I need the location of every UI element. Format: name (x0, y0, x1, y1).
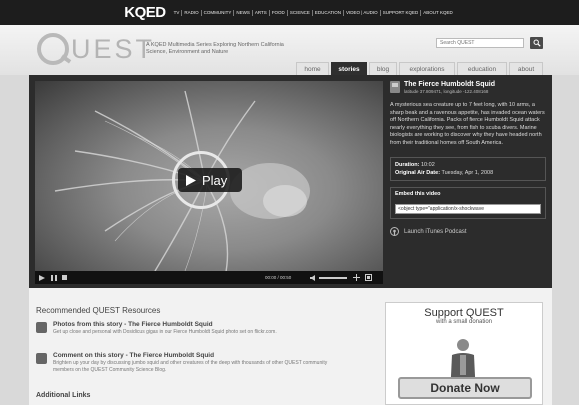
search-icon (533, 39, 541, 47)
duration-value: 10:02 (420, 162, 435, 168)
topnav-support[interactable]: SUPPORT KQED (381, 9, 422, 16)
topnav-radio[interactable]: RADIO (182, 9, 202, 16)
recommended-item-text: Photos from this story - The Fierce Humb… (53, 321, 277, 336)
itunes-podcast-link[interactable]: Launch iTunes Podcast (390, 227, 546, 236)
video-info: The Fierce Humboldt Squid latitude 37.80… (390, 81, 546, 236)
topnav-tv[interactable]: TV (172, 9, 183, 16)
duration-label: Duration: (395, 162, 420, 168)
tab-blog[interactable]: blog (369, 62, 397, 75)
video-player[interactable]: Play (35, 81, 383, 277)
site-header: UEST A KQED Multimedia Series Exploring … (0, 25, 579, 75)
photo-icon (36, 322, 47, 333)
airdate-label: Original Air Date: (395, 170, 441, 176)
play-label: Play (202, 172, 228, 188)
volume-slider[interactable] (319, 277, 347, 279)
embed-label: Embed this video (395, 191, 441, 197)
stop-icon[interactable] (62, 275, 67, 280)
topnav-video-audio[interactable]: VIDEO | AUDIO (344, 9, 381, 16)
recommended-item-comment[interactable]: Comment on this story - The Fierce Humbo… (36, 352, 341, 373)
support-subtitle: with a small donation (435, 319, 493, 325)
recommended-item-heading[interactable]: Photos from this story - The Fierce Humb… (53, 321, 277, 328)
quest-logo-q-mark (37, 33, 69, 65)
comment-icon (36, 353, 47, 364)
kqed-logo[interactable]: KQED (124, 4, 166, 21)
video-title-block: The Fierce Humboldt Squid latitude 37.80… (404, 81, 495, 94)
video-panel: Play 00:00 / 00:50 The Fierce Humboldt S… (29, 75, 552, 288)
tab-home[interactable]: home (296, 62, 329, 75)
topnav-news[interactable]: NEWS (234, 9, 253, 16)
video-controls: 00:00 / 00:50 (35, 271, 383, 284)
airdate-row: Original Air Date: Tuesday, Apr 1, 2008 (395, 169, 541, 177)
topnav-arts[interactable]: ARTS (253, 9, 270, 16)
recommended-item-text: Comment on this story - The Fierce Humbo… (53, 352, 341, 373)
location-pin-icon (390, 81, 400, 93)
search-button[interactable] (530, 37, 543, 49)
tab-education[interactable]: education (457, 62, 507, 75)
expand-icon[interactable] (353, 274, 360, 281)
lower-content: Recommended QUEST Resources Photos from … (29, 288, 552, 405)
video-coordinates: latitude 37.809471, longitude -122.40816… (404, 89, 489, 94)
donate-now-button[interactable]: Donate Now (398, 377, 532, 399)
podcast-icon (390, 227, 399, 236)
search-input[interactable] (436, 38, 524, 48)
video-title-row: The Fierce Humboldt Squid latitude 37.80… (390, 81, 546, 94)
embed-box: Embed this video (390, 187, 546, 219)
topnav-education[interactable]: EDUCATION (313, 9, 344, 16)
video-meta: Duration: 10:02 Original Air Date: Tuesd… (390, 157, 546, 181)
recommended-item-heading[interactable]: Comment on this story - The Fierce Humbo… (53, 352, 341, 359)
airdate-value: Tuesday, Apr 1, 2008 (441, 170, 494, 176)
topnav-community[interactable]: COMMUNITY (202, 9, 235, 16)
topnav-science[interactable]: SCIENCE (288, 9, 313, 16)
recommended-title: Recommended QUEST Resources (36, 306, 161, 315)
volume-icon[interactable] (310, 274, 316, 281)
tab-about[interactable]: about (509, 62, 543, 75)
recommended-item-photos[interactable]: Photos from this story - The Fierce Humb… (36, 321, 341, 336)
recommended-item-body: Get up close and personal with Dosidicus… (53, 329, 277, 335)
play-pill: Play (178, 168, 242, 192)
kqed-top-bar: KQED TV RADIO COMMUNITY NEWS ARTS FOOD S… (0, 0, 579, 25)
tab-stories[interactable]: stories (331, 62, 367, 75)
quest-logo-text: UEST (71, 33, 156, 64)
top-nav: TV RADIO COMMUNITY NEWS ARTS FOOD SCIENC… (172, 9, 455, 16)
topnav-food[interactable]: FOOD (270, 9, 288, 16)
play-icon (186, 174, 196, 186)
recommended-item-body: Brighten up your day by discussing jumbo… (53, 360, 328, 373)
duration-row: Duration: 10:02 (395, 161, 541, 169)
video-title: The Fierce Humboldt Squid (404, 81, 496, 88)
itunes-label: Launch iTunes Podcast (404, 228, 467, 235)
quest-logo[interactable]: UEST (37, 33, 155, 65)
embed-code-input[interactable] (395, 204, 541, 214)
video-time: 00:00 / 00:50 (265, 275, 292, 280)
play-button[interactable]: Play (166, 151, 246, 209)
tab-explorations[interactable]: explorations (399, 62, 455, 75)
support-quest-banner[interactable]: Support QUEST with a small donation Dona… (385, 302, 543, 405)
video-description: A mysterious sea creature up to 7 feet l… (390, 102, 545, 146)
topnav-about[interactable]: ABOUT KQED (421, 10, 454, 16)
support-title: Support QUEST (424, 307, 504, 319)
play-small-icon[interactable] (39, 274, 45, 281)
pause-icon[interactable] (51, 274, 57, 281)
tagline: A KQED Multimedia Series Exploring North… (146, 42, 284, 55)
main-tabs: home stories blog explorations education… (296, 62, 543, 75)
additional-links-heading: Additional Links (36, 392, 91, 399)
fullscreen-icon[interactable] (365, 274, 372, 281)
